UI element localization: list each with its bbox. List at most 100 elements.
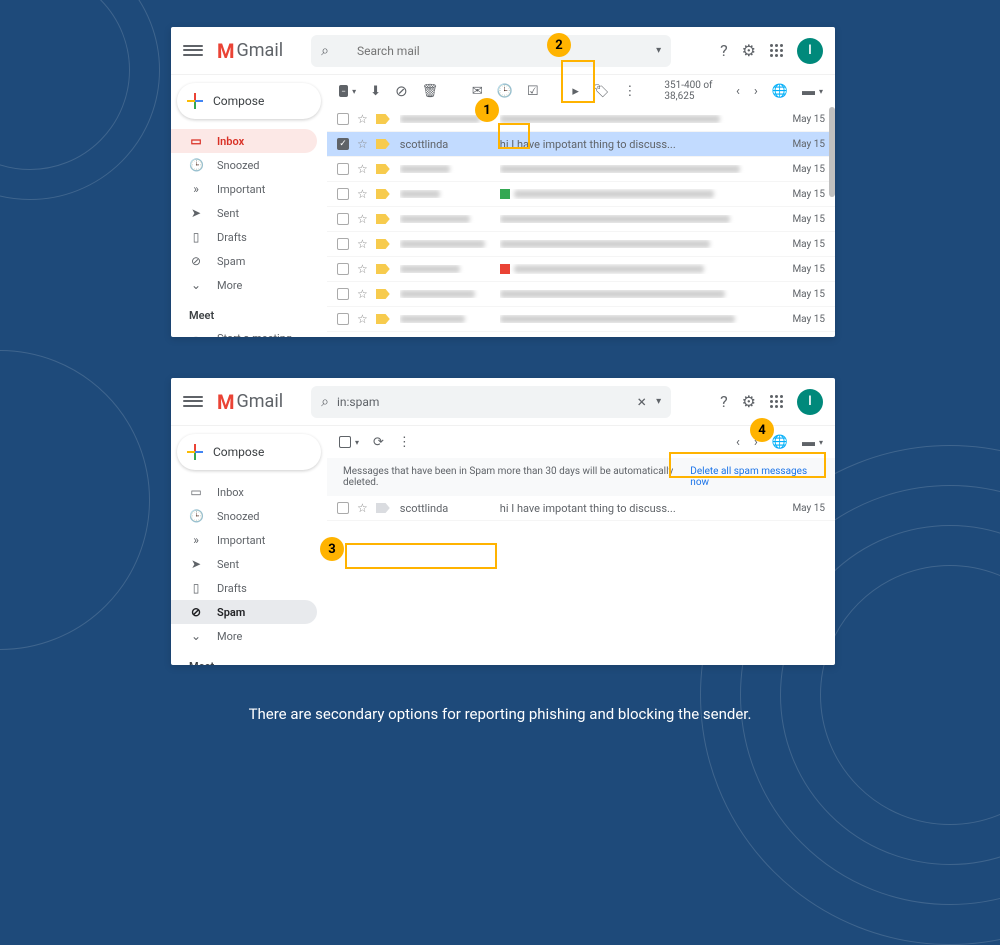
email-row[interactable]: ☆May 15 xyxy=(327,232,835,257)
toolbar: − ▾ ⬇ ⊘ 🗑 ✉ 🕒 ☑ ▸ 🏷 ⋮ 351-400 of 38,625 … xyxy=(327,75,835,107)
inbox-icon: ▭ xyxy=(189,485,203,499)
prev-page-icon[interactable]: ‹ xyxy=(736,84,740,99)
more-actions-icon[interactable]: ⋮ xyxy=(623,84,636,99)
sidebar: Compose ▭Inbox 🕒Snoozed »Important ➤Sent… xyxy=(171,426,327,665)
search-options-caret[interactable]: ▾ xyxy=(656,45,661,56)
nav-drafts[interactable]: ▯Drafts xyxy=(171,576,317,600)
nav-important[interactable]: »Important xyxy=(171,528,317,552)
caption: There are secondary options for reportin… xyxy=(0,705,1000,723)
sent-icon: ➤ xyxy=(189,206,203,220)
input-tools-icon[interactable]: 🌐 xyxy=(772,435,788,450)
gmail-panel-spam: MGmail ⌕ × ▾ ? ⚙ I Compose ▭Inbox 🕒Snooz… xyxy=(171,378,835,665)
select-all-checkbox[interactable] xyxy=(339,436,351,448)
gmail-logo[interactable]: MGmail xyxy=(217,39,283,63)
next-page-icon[interactable]: › xyxy=(754,84,758,99)
main-content: − ▾ ⬇ ⊘ 🗑 ✉ 🕒 ☑ ▸ 🏷 ⋮ 351-400 of 38,625 … xyxy=(327,75,835,337)
density-caret[interactable]: ▾ xyxy=(819,87,823,96)
email-row-selected[interactable]: ✓☆scottlindahi I have impotant thing to … xyxy=(327,132,835,157)
settings-icon[interactable]: ⚙ xyxy=(742,392,756,411)
nav-more[interactable]: ⌄More xyxy=(171,273,317,297)
search-options-caret[interactable]: ▾ xyxy=(656,396,661,407)
plus-icon xyxy=(187,93,203,109)
nav-spam[interactable]: ⊘Spam xyxy=(171,249,317,273)
archive-icon[interactable]: ⬇ xyxy=(370,84,381,99)
move-icon[interactable]: ▸ xyxy=(572,84,579,99)
checkbox-checked[interactable]: ✓ xyxy=(337,138,349,150)
pagination-count: 351-400 of 38,625 xyxy=(664,80,722,102)
menu-icon[interactable] xyxy=(183,41,203,61)
email-row[interactable]: ☆May 15 xyxy=(327,257,835,282)
select-all-checkbox[interactable]: − xyxy=(339,85,348,97)
avatar[interactable]: I xyxy=(797,389,823,415)
email-date: May 15 xyxy=(792,139,825,150)
apps-icon[interactable] xyxy=(770,44,783,57)
add-task-icon[interactable]: ☑ xyxy=(527,84,539,99)
refresh-icon[interactable]: ⟳ xyxy=(373,435,384,450)
density-icon[interactable]: ▬ xyxy=(802,83,815,99)
settings-icon[interactable]: ⚙ xyxy=(742,41,756,60)
menu-icon[interactable] xyxy=(183,392,203,412)
email-sender: scottlinda xyxy=(400,138,500,151)
email-sender: scottlinda xyxy=(400,502,500,515)
sent-icon: ➤ xyxy=(189,557,203,571)
delete-icon[interactable]: 🗑 xyxy=(422,84,439,99)
nav-sent[interactable]: ➤Sent xyxy=(171,552,317,576)
email-row[interactable]: ☆May 15 xyxy=(327,107,835,132)
apps-icon[interactable] xyxy=(770,395,783,408)
email-row[interactable]: ☆May 15 xyxy=(327,307,835,332)
search-input[interactable] xyxy=(357,44,656,58)
search-input[interactable] xyxy=(337,395,638,409)
search-bar[interactable]: ⌕ × ▾ xyxy=(311,386,671,418)
scrollbar[interactable] xyxy=(829,107,835,197)
email-list: ☆scottlindahi I have impotant thing to d… xyxy=(327,496,835,665)
plus-icon xyxy=(187,444,203,460)
prev-page-icon[interactable]: ‹ xyxy=(736,435,740,450)
email-row[interactable]: ☆May 15 xyxy=(327,282,835,307)
report-spam-icon[interactable]: ⊘ xyxy=(395,82,408,100)
nav-sent[interactable]: ➤Sent xyxy=(171,201,317,225)
email-row[interactable]: ☆May 15 xyxy=(327,182,835,207)
input-tools-icon[interactable]: 🌐 xyxy=(772,84,788,99)
nav-inbox[interactable]: ▭Inbox xyxy=(171,480,317,504)
meet-header: Meet xyxy=(171,297,327,326)
spam-icon: ⊘ xyxy=(189,254,203,268)
density-icon[interactable]: ▬ xyxy=(802,434,815,450)
callout-4: 4 xyxy=(750,418,774,442)
gmail-logo[interactable]: MGmail xyxy=(217,390,283,414)
email-row[interactable]: ☆May 15 xyxy=(327,207,835,232)
help-icon[interactable]: ? xyxy=(720,392,728,411)
meet-start[interactable]: ▪Start a meeting xyxy=(171,326,317,337)
importance-icon[interactable] xyxy=(376,503,390,513)
clear-search-icon[interactable]: × xyxy=(638,392,647,411)
spam-icon: ⊘ xyxy=(189,605,203,619)
nav-important[interactable]: »Important xyxy=(171,177,317,201)
density-caret[interactable]: ▾ xyxy=(819,438,823,447)
label-icon[interactable]: 🏷 xyxy=(593,84,610,99)
compose-button[interactable]: Compose xyxy=(177,434,321,470)
nav-drafts[interactable]: ▯Drafts xyxy=(171,225,317,249)
snooze-icon[interactable]: 🕒 xyxy=(497,84,513,99)
nav-snoozed[interactable]: 🕒Snoozed xyxy=(171,504,317,528)
email-row[interactable]: ☆May 15 xyxy=(327,157,835,182)
more-icon: ⌄ xyxy=(189,629,203,643)
star-icon[interactable]: ☆ xyxy=(357,501,368,515)
search-bar[interactable]: ⌕ ▾ xyxy=(311,35,671,67)
important-icon: » xyxy=(189,182,203,196)
help-icon[interactable]: ? xyxy=(720,41,728,60)
nav-spam[interactable]: ⊘Spam xyxy=(171,600,317,624)
mark-unread-icon[interactable]: ✉ xyxy=(472,84,483,99)
select-caret[interactable]: ▾ xyxy=(352,87,356,96)
delete-all-spam-link[interactable]: Delete all spam messages now xyxy=(690,466,819,488)
more-actions-icon[interactable]: ⋮ xyxy=(398,435,411,450)
drafts-icon: ▯ xyxy=(189,581,203,595)
select-caret[interactable]: ▾ xyxy=(355,438,359,447)
compose-button[interactable]: Compose xyxy=(177,83,321,119)
camera-icon: ▪ xyxy=(189,331,203,337)
nav-inbox[interactable]: ▭Inbox xyxy=(171,129,317,153)
nav-more[interactable]: ⌄More xyxy=(171,624,317,648)
email-row[interactable]: ☆scottlindahi I have impotant thing to d… xyxy=(327,496,835,521)
avatar[interactable]: I xyxy=(797,38,823,64)
search-icon: ⌕ xyxy=(321,394,329,410)
nav-snoozed[interactable]: 🕒Snoozed xyxy=(171,153,317,177)
checkbox[interactable] xyxy=(337,502,349,514)
